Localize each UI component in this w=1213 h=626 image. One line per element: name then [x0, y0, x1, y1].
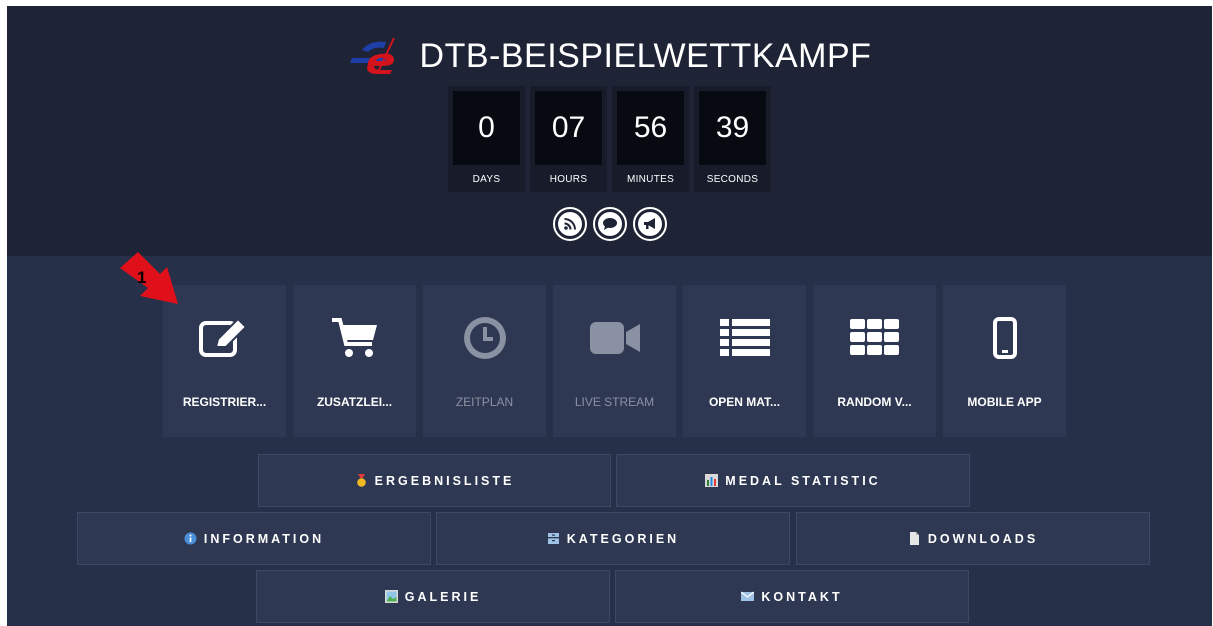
galerie-label: GALERIE — [404, 589, 482, 604]
video-camera-icon — [589, 322, 640, 354]
ergebnisliste-label: ERGEBNISLISTE — [374, 473, 515, 488]
tile-label: LIVE STREAM — [574, 395, 655, 409]
kategorien-button[interactable]: KATEGORIEN — [436, 512, 790, 565]
quick-links: REGISTRIER... ZUSATZLEI... ZEITPLAN LIVE… — [163, 285, 1066, 437]
galerie-button[interactable]: GALERIE — [256, 570, 610, 623]
medal-icon — [356, 474, 366, 487]
event-header: DTB-BEISPIELWETTKAMPF 0 DAYS 07 HOURS 56… — [7, 6, 1212, 256]
information-button[interactable]: INFORMATION — [77, 512, 431, 565]
rss-icon — [563, 218, 576, 230]
filing-cabinet-icon — [547, 533, 559, 544]
cart-icon — [331, 318, 377, 357]
countdown-label: SECONDS — [706, 174, 759, 185]
list-icon — [719, 319, 770, 356]
envelope-icon — [741, 591, 755, 601]
rss-button[interactable] — [552, 207, 587, 241]
tile-label: RANDOM V... — [837, 395, 912, 409]
kontakt-button[interactable]: KONTAKT — [615, 570, 969, 623]
countdown-hours: 07 HOURS — [530, 86, 607, 192]
logo-icon — [349, 37, 395, 74]
countdown-days: 0 DAYS — [448, 86, 525, 192]
countdown-label: HOURS — [549, 174, 588, 185]
countdown-seconds: 39 SECONDS — [694, 86, 771, 192]
downloads-button[interactable]: DOWNLOADS — [796, 512, 1150, 565]
tile-zusatzleistungen[interactable]: ZUSATZLEI... — [293, 285, 416, 437]
downloads-label: DOWNLOADS — [927, 531, 1039, 546]
tile-live-stream[interactable]: LIVE STREAM — [553, 285, 676, 437]
page-title: DTB-BEISPIELWETTKAMPF — [419, 36, 872, 75]
mobile-phone-icon — [992, 317, 1017, 359]
info-icon — [184, 532, 197, 545]
countdown-label: MINUTES — [626, 174, 675, 185]
tile-open-mat[interactable]: OPEN MAT... — [683, 285, 806, 437]
annotation-arrow-icon — [120, 252, 178, 304]
grid-icon — [849, 319, 899, 355]
tile-label: ZEITPLAN — [455, 395, 514, 409]
countdown-value: 39 — [699, 91, 766, 165]
information-label: INFORMATION — [203, 531, 325, 546]
kategorien-label: KATEGORIEN — [566, 531, 680, 546]
countdown-value: 07 — [535, 91, 602, 165]
tile-mobile-app[interactable]: MOBILE APP — [943, 285, 1066, 437]
edit-icon — [198, 317, 247, 357]
document-icon — [909, 532, 919, 545]
annotation-number: 1 — [137, 268, 147, 287]
picture-icon — [384, 590, 398, 603]
megaphone-icon — [643, 218, 655, 229]
medal-statistic-button[interactable]: MEDAL STATISTIC — [616, 454, 970, 507]
brand: DTB-BEISPIELWETTKAMPF — [7, 36, 1212, 76]
ergebnisliste-button[interactable]: ERGEBNISLISTE — [258, 454, 611, 507]
medal-statistic-label: MEDAL STATISTIC — [725, 473, 881, 488]
tile-random-v[interactable]: RANDOM V... — [813, 285, 936, 437]
social-links — [7, 207, 1212, 241]
countdown-value: 0 — [453, 91, 520, 165]
clock-icon — [463, 317, 506, 359]
tile-label: REGISTRIER... — [182, 395, 267, 409]
tile-zeitplan[interactable]: ZEITPLAN — [423, 285, 546, 437]
tile-label: ZUSATZLEI... — [316, 395, 393, 409]
countdown-value: 56 — [617, 91, 684, 165]
page-frame: DTB-BEISPIELWETTKAMPF 0 DAYS 07 HOURS 56… — [7, 6, 1212, 626]
countdown-minutes: 56 MINUTES — [612, 86, 689, 192]
chat-icon — [602, 218, 617, 230]
tile-label: MOBILE APP — [967, 395, 1042, 409]
megaphone-button[interactable] — [632, 207, 667, 241]
chat-button[interactable] — [592, 207, 627, 241]
countdown-timer: 0 DAYS 07 HOURS 56 MINUTES 39 SECONDS — [7, 86, 1212, 192]
kontakt-label: KONTAKT — [761, 589, 843, 604]
countdown-label: DAYS — [472, 174, 501, 185]
bar-chart-icon — [705, 474, 719, 487]
tile-label: OPEN MAT... — [708, 395, 781, 409]
